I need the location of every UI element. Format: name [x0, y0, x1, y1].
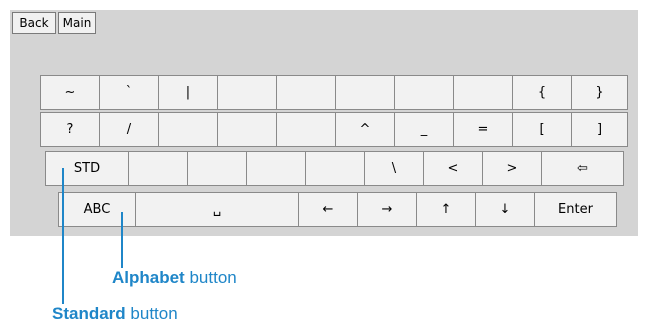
key-blank-9[interactable] [128, 151, 188, 186]
backspace-key[interactable]: ⇦ [541, 151, 624, 186]
key-blank-12[interactable] [305, 151, 365, 186]
key-pipe[interactable]: | [158, 75, 218, 110]
key-backtick[interactable]: ` [99, 75, 159, 110]
alphabet-button[interactable]: ABC [58, 192, 136, 227]
key-blank-6[interactable] [158, 112, 218, 147]
key-slash[interactable]: / [99, 112, 159, 147]
key-blank-2[interactable] [276, 75, 336, 110]
key-equals[interactable]: = [453, 112, 513, 147]
alphabet-callout-line [121, 212, 123, 268]
key-question[interactable]: ? [40, 112, 100, 147]
key-tilde[interactable]: ~ [40, 75, 100, 110]
key-underscore[interactable]: _ [394, 112, 454, 147]
standard-callout-line [62, 168, 64, 304]
key-blank-11[interactable] [246, 151, 306, 186]
key-caret[interactable]: ^ [335, 112, 395, 147]
alphabet-callout-bold: Alphabet [112, 268, 185, 287]
alphabet-callout-rest: button [184, 268, 237, 287]
standard-callout-label: Standard button [52, 304, 178, 324]
alphabet-callout-label: Alphabet button [112, 268, 237, 288]
key-left-brace[interactable]: { [512, 75, 572, 110]
enter-key[interactable]: Enter [534, 192, 617, 227]
key-less-than[interactable]: < [423, 151, 483, 186]
key-blank-10[interactable] [187, 151, 247, 186]
key-blank-3[interactable] [335, 75, 395, 110]
key-blank-1[interactable] [217, 75, 277, 110]
arrow-up-key[interactable]: ↑ [416, 192, 476, 227]
arrow-left-key[interactable]: ← [298, 192, 358, 227]
main-button[interactable]: Main [58, 12, 96, 34]
key-right-bracket[interactable]: ] [571, 112, 628, 147]
key-blank-5[interactable] [453, 75, 513, 110]
standard-callout-bold: Standard [52, 304, 126, 323]
key-right-brace[interactable]: } [571, 75, 628, 110]
arrow-right-key[interactable]: → [357, 192, 417, 227]
arrow-down-key[interactable]: ↓ [475, 192, 535, 227]
standard-callout-rest: button [125, 304, 178, 323]
key-greater-than[interactable]: > [482, 151, 542, 186]
key-backslash[interactable]: \ [364, 151, 424, 186]
key-blank-8[interactable] [276, 112, 336, 147]
standard-button[interactable]: STD [45, 151, 129, 186]
back-button[interactable]: Back [12, 12, 56, 34]
key-left-bracket[interactable]: [ [512, 112, 572, 147]
key-blank-4[interactable] [394, 75, 454, 110]
key-blank-7[interactable] [217, 112, 277, 147]
space-key[interactable]: ␣ [135, 192, 299, 227]
